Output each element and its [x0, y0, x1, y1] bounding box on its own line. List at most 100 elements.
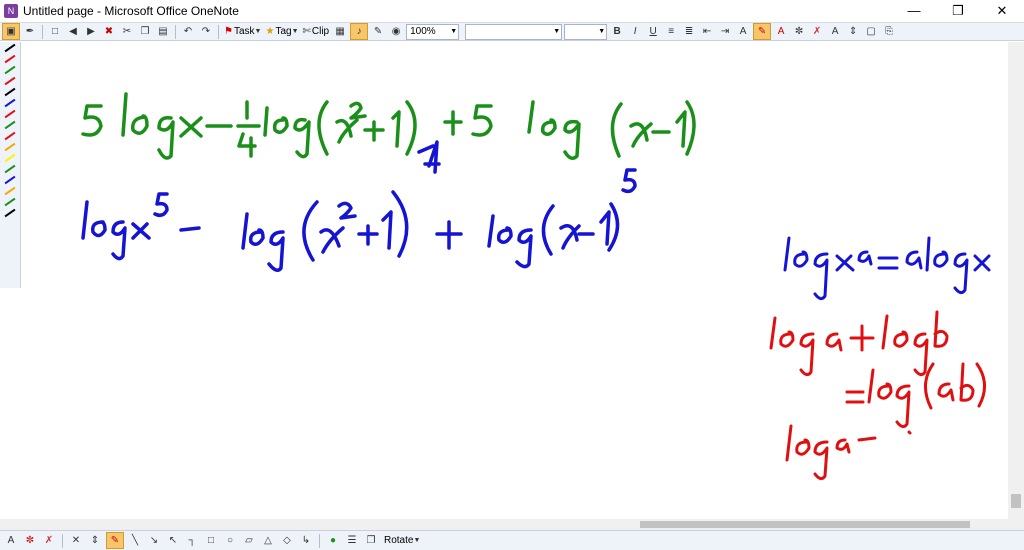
highlight-pen-icon[interactable]: ✎: [753, 23, 772, 40]
pen-swatch-icon[interactable]: [3, 76, 17, 86]
pen-swatch-icon[interactable]: [3, 87, 17, 97]
chevron-down-icon: ▼: [553, 27, 561, 35]
font-color-icon[interactable]: A: [773, 24, 789, 39]
diamond-icon[interactable]: ◇: [279, 533, 295, 548]
pen-swatch-icon[interactable]: [3, 186, 17, 196]
tag-button[interactable]: ★ Tag ▼: [264, 24, 299, 39]
arrange-icon[interactable]: ❐: [363, 533, 379, 548]
zoom-select[interactable]: 100% ▼: [406, 23, 460, 40]
pen-swatch-icon[interactable]: [3, 43, 17, 53]
red-rules: [769, 310, 986, 481]
line-weight-icon[interactable]: ☰: [344, 533, 360, 548]
space-icon[interactable]: ⇕: [845, 24, 861, 39]
forward-icon[interactable]: ▶: [83, 24, 99, 39]
note-canvas[interactable]: [21, 42, 1008, 519]
pen-swatch-icon[interactable]: [3, 131, 17, 141]
full-page-icon[interactable]: ▦: [332, 24, 348, 39]
type-icon[interactable]: A: [3, 533, 19, 548]
connector-icon[interactable]: ↳: [298, 533, 314, 548]
pen-palette: [0, 42, 21, 288]
vertical-scrollbar[interactable]: [1008, 42, 1024, 519]
window-title: Untitled page - Microsoft Office OneNote: [23, 4, 239, 18]
restore-icon[interactable]: ❐: [936, 0, 980, 22]
task-button[interactable]: ⚑ Task ▼: [223, 24, 262, 39]
italic-button[interactable]: I: [627, 24, 643, 39]
horizontal-scrollbar[interactable]: [0, 519, 1024, 530]
rotate-label: Rotate: [384, 535, 414, 546]
indent-icon[interactable]: ⇥: [717, 24, 733, 39]
font-size-select[interactable]: ▼: [564, 23, 608, 40]
eraser-icon[interactable]: ✗: [41, 533, 57, 548]
minimize-icon[interactable]: —: [892, 0, 936, 22]
copy-icon[interactable]: ❐: [137, 24, 153, 39]
standard-toolbar: ▣ ✒ □ ◀ ▶ ✖ ✂ ❐ ▤ ↶ ↷ ⚑ Task ▼ ★ Tag ▼ ✄ Clip…: [0, 22, 1024, 41]
blue-rule-power: [783, 236, 991, 301]
new-page-icon[interactable]: □: [47, 24, 63, 39]
arrow-line-icon[interactable]: ↘: [146, 533, 162, 548]
undo-icon[interactable]: ↶: [180, 24, 196, 39]
rotate-button[interactable]: Rotate ▼: [382, 533, 421, 548]
tag-label: Tag: [275, 26, 292, 37]
task-label: Task: [233, 26, 255, 37]
window-controls: — ❐ ✕: [892, 0, 1024, 22]
vertical-scroll-thumb[interactable]: [1011, 494, 1021, 508]
redo-icon[interactable]: ↷: [198, 24, 214, 39]
triangle-icon[interactable]: △: [260, 533, 276, 548]
lasso-icon[interactable]: ✼: [791, 24, 807, 39]
resize-icon[interactable]: ⇕: [87, 533, 103, 548]
page-icon[interactable]: ▢: [863, 24, 879, 39]
parallelogram-icon[interactable]: ▱: [241, 533, 257, 548]
audio-record-icon[interactable]: ♪: [350, 23, 369, 40]
toolbar-separator: [218, 24, 219, 39]
paste-icon[interactable]: ▤: [155, 24, 171, 39]
close-icon[interactable]: ✕: [980, 0, 1024, 22]
underline-button[interactable]: U: [645, 24, 661, 39]
line-icon[interactable]: ╲: [127, 533, 143, 548]
cross-icon[interactable]: ✕: [68, 533, 84, 548]
pen-swatch-icon[interactable]: [3, 109, 17, 119]
pin-icon[interactable]: ✒: [22, 24, 38, 39]
clip-button[interactable]: ✄ Clip: [302, 24, 331, 39]
bullets-icon[interactable]: ≡: [663, 24, 679, 39]
pen-color-icon[interactable]: ●: [325, 533, 341, 548]
pen-swatch-icon[interactable]: [3, 98, 17, 108]
pen-swatch-icon[interactable]: [3, 208, 17, 218]
text-style-icon[interactable]: A: [735, 24, 751, 39]
toolbar-separator: [175, 24, 176, 39]
double-arrow-icon[interactable]: ↖: [165, 533, 181, 548]
pen-swatch-icon[interactable]: [3, 164, 17, 174]
clip-label: Clip: [311, 26, 330, 37]
pen-icon[interactable]: ✎: [370, 24, 386, 39]
pen-swatch-icon[interactable]: [3, 65, 17, 75]
ellipse-icon[interactable]: ○: [222, 533, 238, 548]
corner-icon[interactable]: ┐: [184, 533, 200, 548]
rectangle-icon[interactable]: □: [203, 533, 219, 548]
onenote-app-icon[interactable]: N: [4, 4, 18, 18]
green-equation: [81, 92, 696, 160]
pen-swatch-icon[interactable]: [3, 142, 17, 152]
eraser-icon[interactable]: ✗: [809, 24, 825, 39]
pen-swatch-icon[interactable]: [3, 153, 17, 163]
pen-select-icon[interactable]: ✎: [106, 532, 124, 549]
circle-icon[interactable]: ◉: [388, 24, 404, 39]
tag-star-icon: ★: [265, 26, 275, 37]
handwriting-ink: [81, 92, 991, 481]
type-icon[interactable]: A: [827, 24, 843, 39]
pen-swatch-icon[interactable]: [3, 197, 17, 207]
numbering-icon[interactable]: ≣: [681, 24, 697, 39]
lasso-icon[interactable]: ✼: [22, 533, 38, 548]
pen-swatch-icon[interactable]: [3, 54, 17, 64]
cut-icon[interactable]: ✂: [119, 24, 135, 39]
pen-swatch-icon[interactable]: [3, 120, 17, 130]
horizontal-scroll-thumb[interactable]: [640, 521, 970, 528]
attach-icon[interactable]: ⎘: [881, 24, 897, 39]
font-select[interactable]: ▼: [465, 23, 563, 40]
back-icon[interactable]: ◀: [65, 24, 81, 39]
chevron-down-icon: ▼: [598, 27, 606, 35]
bold-button[interactable]: B: [609, 24, 625, 39]
delete-icon[interactable]: ✖: [101, 24, 117, 39]
outdent-icon[interactable]: ⇤: [699, 24, 715, 39]
blue-equation: [81, 140, 637, 272]
pen-swatch-icon[interactable]: [3, 175, 17, 185]
page-view-icon[interactable]: ▣: [2, 23, 20, 40]
